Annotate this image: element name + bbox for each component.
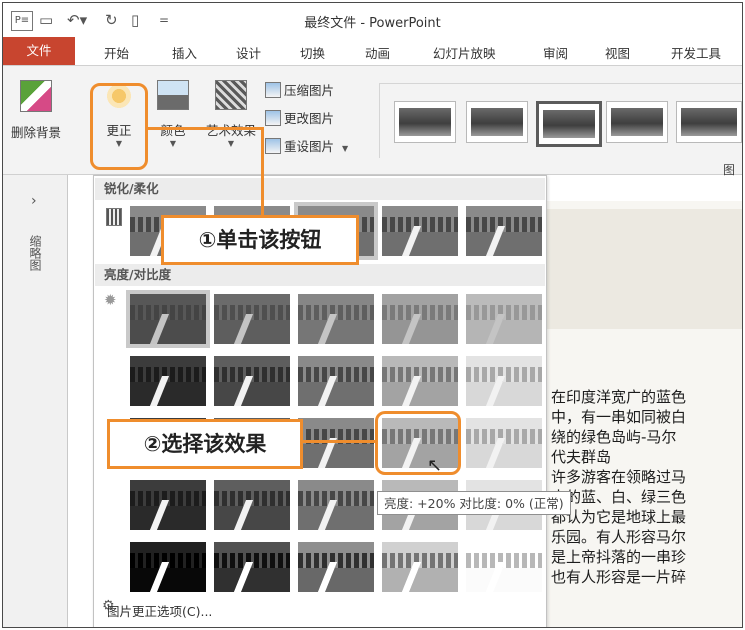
tab-view[interactable]: 视图 (605, 43, 630, 62)
slide-text-line: 许多游客在领略过马 (551, 468, 687, 486)
corrections-highlight (90, 83, 148, 170)
compress-icon (265, 82, 281, 98)
brightness-contrast-option[interactable] (382, 356, 458, 406)
brightness-contrast-option[interactable] (214, 356, 290, 406)
change-picture-icon (265, 110, 281, 126)
sharpen-soften-option[interactable] (466, 206, 542, 256)
title-bar: P≡ ▭ ↶▾ ↻ ▯ = 最终文件 - PowerPoint (3, 3, 742, 38)
brightness-contrast-option[interactable] (130, 542, 206, 592)
window-title: 最终文件 - PowerPoint (304, 16, 441, 31)
slide-text-line: 代夫群岛 (551, 448, 612, 466)
remove-background-icon (20, 80, 52, 112)
reset-picture-label: 重设图片 (284, 139, 335, 154)
tab-slideshow[interactable]: 幻灯片放映 (433, 43, 496, 62)
brightness-contrast-option[interactable] (214, 480, 290, 530)
current-selection-frame (126, 290, 210, 348)
effect-highlight (375, 411, 461, 475)
brightness-contrast-option[interactable] (214, 542, 290, 592)
brightness-sun-icon: ✹ (104, 291, 117, 309)
ribbon-tabs: 文件 开始 插入 设计 切换 动画 幻灯片放映 审阅 视图 开发工具 (3, 37, 742, 66)
brightness-contrast-option[interactable] (466, 294, 542, 344)
brightness-contrast-option[interactable] (298, 356, 374, 406)
thumbnail-rail: › 缩略图 (3, 175, 68, 627)
compress-pictures-button[interactable]: 压缩图片 (265, 80, 334, 99)
brightness-contrast-option[interactable] (298, 418, 374, 468)
chevron-down-icon: ▼ (342, 144, 349, 153)
tab-review[interactable]: 审阅 (543, 43, 568, 62)
slide-text-line: 中，有一串如同被白 (551, 408, 687, 426)
chevron-down-icon: ▼ (169, 139, 177, 148)
callout-1-connector (148, 127, 264, 130)
color-icon (157, 80, 189, 110)
step-2-callout: ②选择该效果 (107, 419, 303, 469)
callout-2-connector (301, 440, 377, 443)
brightness-contrast-option[interactable] (466, 356, 542, 406)
slide-text-line: 都认为它是地球上最 (551, 508, 687, 526)
sharpen-icon (106, 208, 122, 226)
effect-tooltip: 亮度: +20% 对比度: 0% (正常) (377, 491, 571, 515)
picture-corrections-options-link[interactable]: 图片更正选项(C)... (107, 601, 212, 620)
artistic-effects-button[interactable]: 艺术效果 ▼ (199, 80, 263, 148)
change-picture-label: 更改图片 (284, 111, 335, 126)
picture-style-5[interactable] (676, 101, 742, 143)
artistic-effects-icon (215, 80, 247, 110)
tab-transitions[interactable]: 切换 (300, 43, 325, 62)
brightness-contrast-option[interactable] (130, 356, 206, 406)
brightness-contrast-option[interactable] (466, 418, 542, 468)
picture-style-1[interactable] (394, 101, 456, 143)
thumbnail-rail-label: 缩略图 (28, 235, 42, 271)
remove-background-button[interactable]: 删除背景 (5, 80, 67, 141)
mouse-cursor-icon: ↖ (427, 455, 443, 476)
slide-text-line: 是上帝抖落的一串珍 (551, 548, 687, 566)
expand-icon[interactable]: › (31, 193, 37, 209)
brightness-contrast-header: 亮度/对比度 (95, 264, 545, 286)
callout-1-connector (261, 127, 264, 215)
sharpen-soften-header: 锐化/柔化 (95, 178, 545, 200)
tab-developer[interactable]: 开发工具 (671, 43, 721, 62)
reset-picture-icon (265, 138, 281, 154)
brightness-contrast-option[interactable] (298, 542, 374, 592)
compress-label: 压缩图片 (284, 83, 335, 98)
reset-picture-button[interactable]: 重设图片 ▼ (265, 136, 348, 155)
chevron-down-icon: ▼ (227, 139, 235, 148)
remove-background-label: 删除背景 (10, 125, 61, 140)
slide-body-text: 在印度洋宽广的蓝色 中，有一串如同被白 绕的绿色岛屿-马尔 代夫群岛 许多游客在… (551, 387, 739, 587)
slide-text-line: 在印度洋宽广的蓝色 (551, 388, 687, 406)
color-button[interactable]: 颜色 ▼ (153, 80, 193, 148)
picture-style-2[interactable] (466, 101, 528, 143)
ribbon-group-label: 图 (723, 163, 736, 177)
brightness-contrast-option[interactable] (382, 294, 458, 344)
tab-file[interactable]: 文件 (3, 37, 75, 65)
step-1-callout: ①单击该按钮 (161, 215, 359, 265)
brightness-contrast-option[interactable] (214, 294, 290, 344)
powerpoint-window: P≡ ▭ ↶▾ ↻ ▯ = 最终文件 - PowerPoint 文件 开始 插入… (2, 2, 743, 628)
sharpen-soften-option[interactable] (382, 206, 458, 256)
tab-animations[interactable]: 动画 (365, 43, 390, 62)
slide-header-band (545, 209, 742, 329)
tab-design[interactable]: 设计 (236, 43, 261, 62)
picture-styles-gallery (379, 83, 742, 158)
brightness-contrast-option[interactable] (298, 480, 374, 530)
picture-style-3[interactable] (536, 101, 602, 147)
change-picture-button[interactable]: 更改图片 (265, 108, 334, 127)
brightness-contrast-option[interactable] (130, 480, 206, 530)
slide-text-line: 乐园。有人形容马尔 (551, 528, 687, 546)
brightness-contrast-option[interactable] (298, 294, 374, 344)
slide-text-line: 也有人形容是一片碎 (551, 568, 687, 586)
tab-home[interactable]: 开始 (104, 43, 129, 62)
slide-text-line: 大的蓝、白、绿三色 (551, 488, 687, 506)
brightness-contrast-option[interactable] (466, 542, 542, 592)
slide-text-line: 绕的绿色岛屿-马尔 (551, 428, 677, 446)
tab-insert[interactable]: 插入 (172, 43, 197, 62)
picture-style-4[interactable] (606, 101, 668, 143)
brightness-contrast-option[interactable] (382, 542, 458, 592)
